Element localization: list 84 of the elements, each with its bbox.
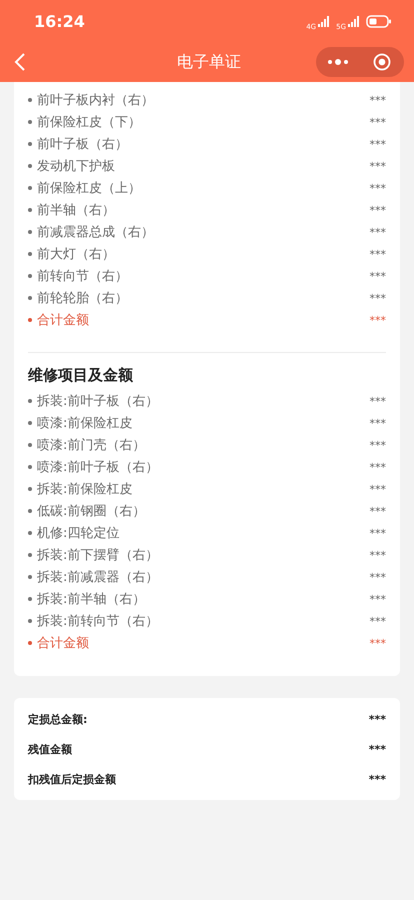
status-time: 16:24 <box>34 12 85 30</box>
row-amount: *** <box>370 314 386 326</box>
row-label: 合计金额 <box>37 635 90 652</box>
summary-label: 定损总金额: <box>28 712 88 726</box>
target-icon <box>373 53 391 71</box>
row-label: 拆装:前下摆臂（右） <box>37 547 160 564</box>
row-amount: *** <box>370 182 386 194</box>
row-amount: *** <box>370 116 386 128</box>
bullet-icon <box>28 399 32 403</box>
row-label: 发动机下护板 <box>37 158 116 175</box>
row-amount: *** <box>370 416 386 430</box>
row-amount: *** <box>370 160 386 172</box>
section-title: 维修项目及金额 <box>28 365 134 386</box>
bullet-icon <box>28 208 32 212</box>
bullet-icon <box>28 641 32 645</box>
bullet-icon <box>28 318 32 322</box>
summary-label: 扣残值后定损金额 <box>28 772 116 786</box>
bullet-icon <box>28 230 32 234</box>
row-label: 喷漆:前保险杠皮 <box>37 415 134 432</box>
row-label: 合计金额 <box>37 312 90 329</box>
row-label: 前半轴（右） <box>37 202 116 219</box>
bullet-icon <box>28 619 32 623</box>
row-amount: *** <box>370 570 386 584</box>
row-amount: *** <box>370 548 386 562</box>
bullet-icon <box>28 98 32 102</box>
row-label: 拆装:前半轴（右） <box>37 591 146 608</box>
summary-label: 残值金额 <box>28 742 72 756</box>
summary-amount: *** <box>368 772 386 786</box>
row-label: 前叶子板（右） <box>37 136 129 153</box>
bullet-icon <box>28 575 32 579</box>
bullet-icon <box>28 252 32 256</box>
bullet-icon <box>28 531 32 535</box>
row-label: 前减震器总成（右） <box>37 224 155 241</box>
bullet-icon <box>28 186 32 190</box>
row-amount: *** <box>370 482 386 496</box>
row-label: 前轮轮胎（右） <box>37 290 129 307</box>
summary-amount: *** <box>368 712 386 726</box>
bullet-icon <box>28 120 32 124</box>
row-label: 前叶子板内衬（右） <box>37 92 155 109</box>
row-amount: *** <box>370 504 386 518</box>
back-button[interactable] <box>14 52 26 72</box>
row-label: 低碳:前钢圈（右） <box>37 503 146 520</box>
bullet-icon <box>28 465 32 469</box>
row-label: 前保险杠皮（下） <box>37 114 142 131</box>
row-amount: *** <box>370 270 386 282</box>
row-amount: *** <box>370 438 386 452</box>
row-amount: *** <box>370 394 386 408</box>
battery-icon <box>366 14 392 28</box>
row-label: 拆装:前保险杠皮 <box>37 481 134 498</box>
row-label: 前保险杠皮（上） <box>37 180 142 197</box>
row-amount: *** <box>370 226 386 238</box>
row-amount: *** <box>370 460 386 474</box>
row-label: 机修:四轮定位 <box>37 525 120 542</box>
bullet-icon <box>28 597 32 601</box>
row-label: 拆装:前减震器（右） <box>37 569 160 586</box>
row-label: 前大灯（右） <box>37 246 116 263</box>
row-amount: *** <box>370 248 386 260</box>
row-amount: *** <box>370 592 386 606</box>
bullet-icon <box>28 487 32 491</box>
row-amount: *** <box>370 636 386 650</box>
row-label: 拆装:前叶子板（右） <box>37 393 160 410</box>
row-amount: *** <box>370 138 386 150</box>
row-label: 喷漆:前门壳（右） <box>37 437 146 454</box>
summary-amount: *** <box>368 742 386 756</box>
row-amount: *** <box>370 292 386 304</box>
page-title: 电子单证 <box>177 52 241 72</box>
bullet-icon <box>28 509 32 513</box>
bullet-icon <box>28 553 32 557</box>
bullet-icon <box>28 443 32 447</box>
bullet-icon <box>28 164 32 168</box>
row-label: 前转向节（右） <box>37 268 129 285</box>
row-label: 喷漆:前叶子板（右） <box>37 459 160 476</box>
row-label: 拆装:前转向节（右） <box>37 613 160 630</box>
signal-icon <box>348 16 360 26</box>
row-amount: *** <box>370 526 386 540</box>
row-amount: *** <box>370 94 386 106</box>
row-amount: *** <box>370 204 386 216</box>
signal-icon <box>318 16 330 26</box>
bullet-icon <box>28 296 32 300</box>
bullet-icon <box>28 142 32 146</box>
bullet-icon <box>28 421 32 425</box>
row-amount: *** <box>370 614 386 628</box>
bullet-icon <box>28 274 32 278</box>
dots-icon <box>327 59 349 65</box>
